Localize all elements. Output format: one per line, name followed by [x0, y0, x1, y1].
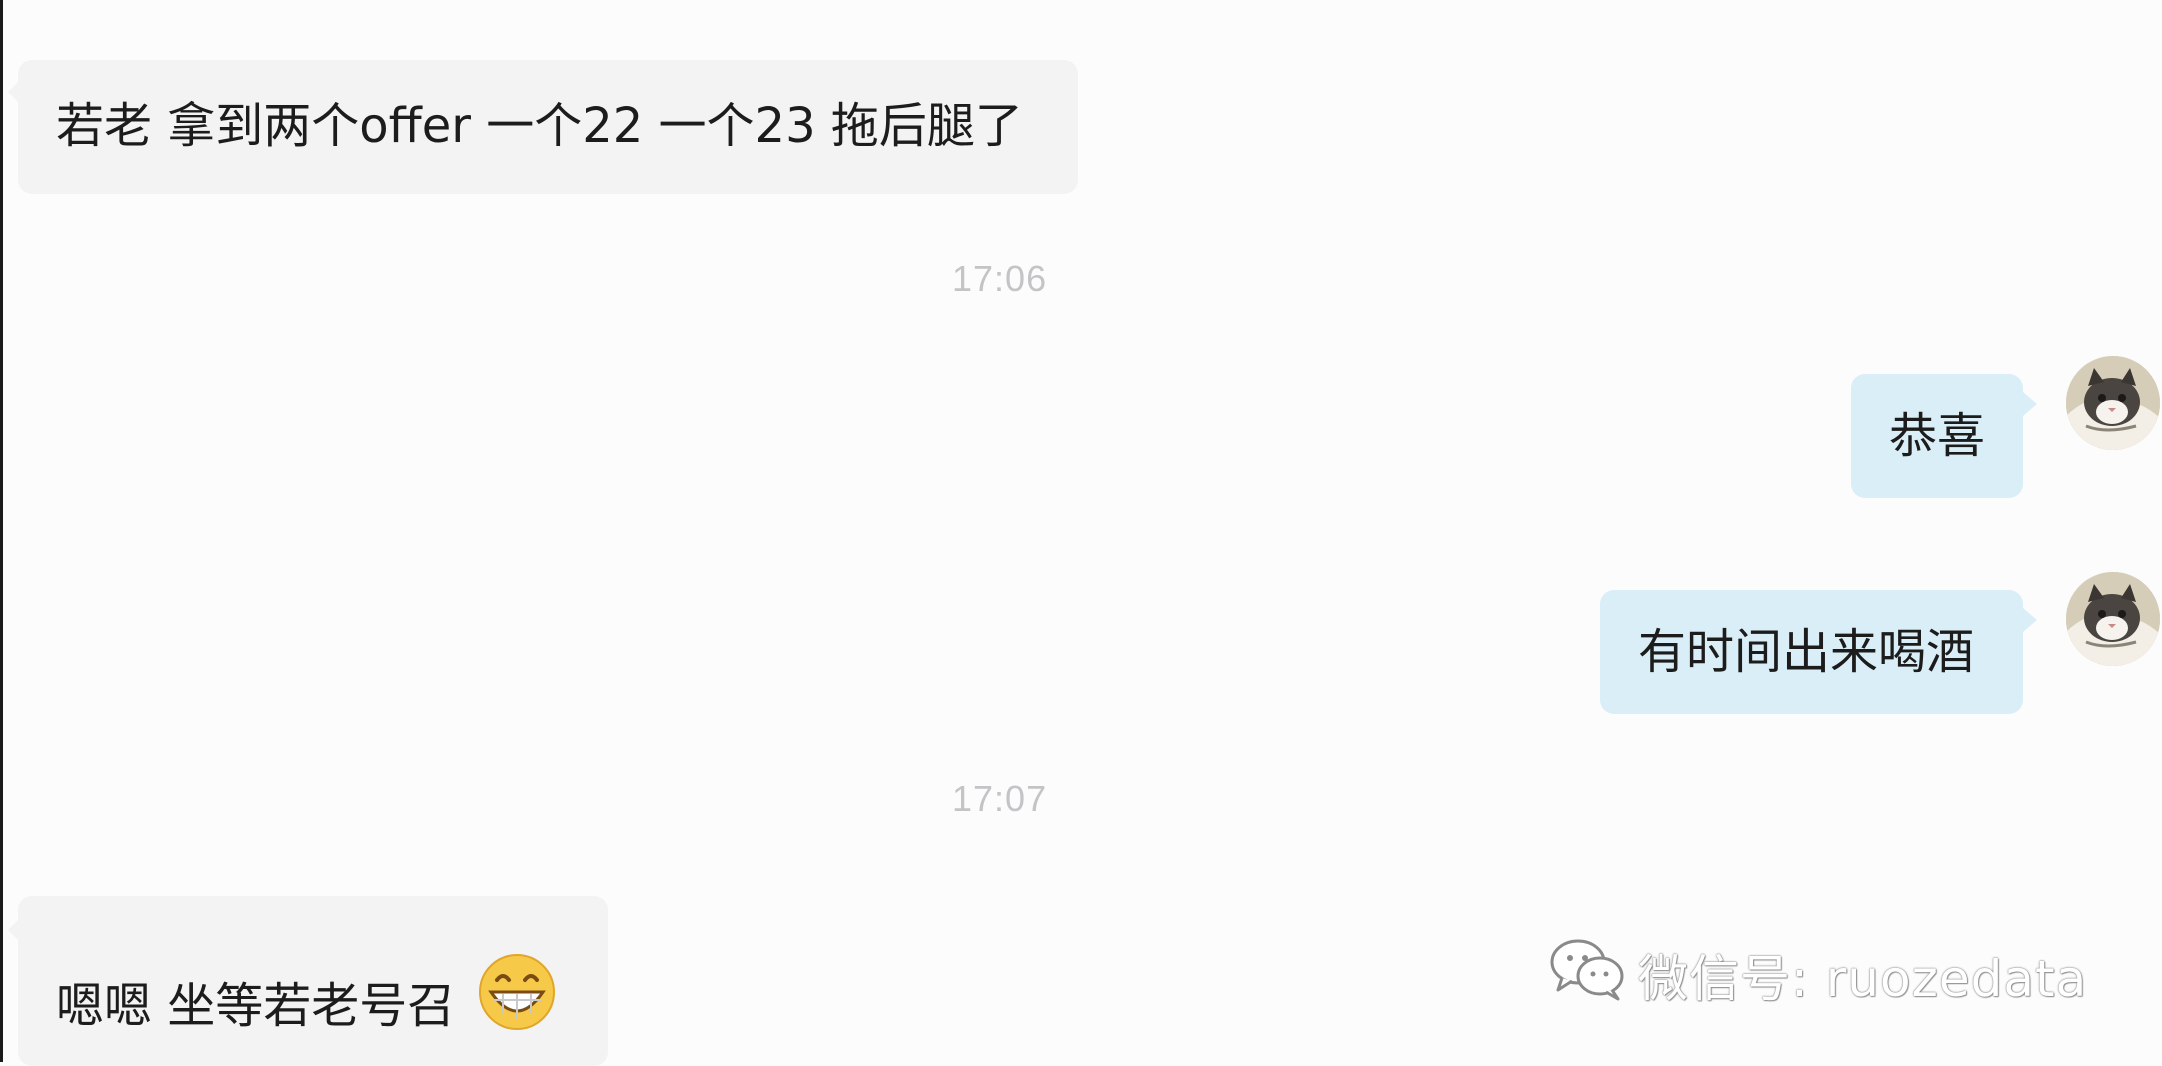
message-text: 嗯嗯 坐等若老号召: [56, 978, 456, 1034]
message-bubble-incoming[interactable]: 若老 拿到两个offer 一个22 一个23 拖后腿了: [18, 60, 1078, 194]
grinning-face-icon: [477, 952, 557, 1046]
watermark: 微信号: ruozedata: [1548, 939, 2088, 1010]
message-text: 有时间出来喝酒: [1638, 624, 1975, 680]
window-left-border: [0, 0, 3, 1062]
bubble-tail: [2023, 392, 2037, 416]
cat-avatar-icon: [2066, 572, 2160, 666]
message-bubble-incoming[interactable]: 嗯嗯 坐等若老号召: [18, 896, 608, 1066]
wechat-logo-icon: [1548, 936, 1628, 1014]
message-bubble-outgoing[interactable]: 恭喜: [1851, 374, 2023, 498]
message-bubble-outgoing[interactable]: 有时间出来喝酒: [1600, 590, 2023, 714]
avatar-cat[interactable]: [2066, 356, 2160, 450]
watermark-text: 微信号: ruozedata: [1638, 950, 2088, 1008]
timestamp: 17:07: [952, 778, 1048, 819]
avatar-cat[interactable]: [2066, 572, 2160, 666]
bubble-tail: [2023, 608, 2037, 632]
message-text: 恭喜: [1889, 408, 1986, 464]
cat-avatar-icon: [2066, 356, 2160, 450]
message-text: 若老 拿到两个offer 一个22 一个23 拖后腿了: [56, 98, 1023, 154]
timestamp: 17:06: [952, 258, 1048, 299]
